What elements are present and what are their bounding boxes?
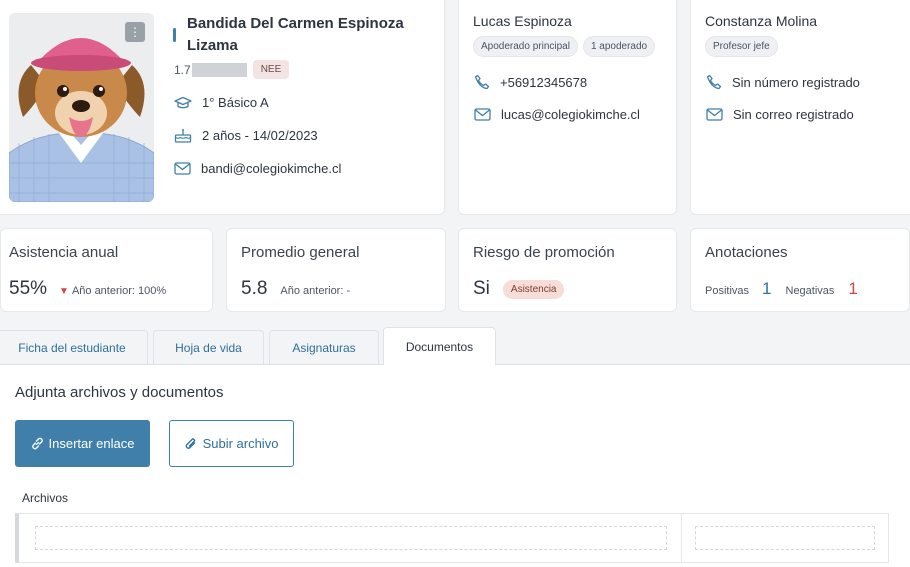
guardian-role-badge: Apoderado principal [473, 36, 578, 57]
student-name: Bandida Del Carmen Espinoza Lizama [187, 15, 404, 54]
mail-icon [474, 108, 491, 121]
file-name-placeholder [35, 526, 667, 550]
documents-panel: Adjunta archivos y documentos Insertar e… [0, 364, 910, 567]
student-grade: 1° Básico A [174, 95, 269, 110]
more-options-icon[interactable]: ⋮ [125, 22, 145, 42]
guardian-count-badge: 1 apoderado [582, 36, 656, 57]
risk-row: Si Asistencia [473, 278, 565, 300]
notes-card: Anotaciones Positivas 1 Negativas 1 [690, 228, 910, 312]
teacher-phone: Sin número registrado [706, 74, 860, 90]
attendance-card: Asistencia anual 55% ▼ Año anterior: 100… [0, 228, 213, 312]
risk-title: Riesgo de promoción [473, 244, 615, 261]
link-icon [31, 437, 43, 450]
attendance-title: Asistencia anual [9, 244, 119, 261]
insert-link-button[interactable]: Insertar enlace [15, 420, 150, 467]
teacher-role-badge: Profesor jefe [705, 36, 778, 57]
average-card: Promedio general 5.8 Año anterior: - [226, 228, 446, 312]
guardian-name: Lucas Espinoza [473, 13, 572, 29]
guardian-badges: Apoderado principal 1 apoderado [473, 36, 660, 57]
documents-heading: Adjunta archivos y documentos [15, 384, 224, 401]
notes-negative-value[interactable]: 1 [848, 279, 857, 299]
nee-badge: NEE [252, 60, 290, 79]
teacher-name: Constanza Molina [705, 13, 818, 29]
student-email: bandi@colegiokimche.cl [174, 161, 341, 176]
student-photo: ⋮ [9, 13, 154, 202]
tab-ficha[interactable]: Ficha del estudiante [0, 330, 148, 364]
teacher-email: Sin correo registrado [706, 107, 854, 122]
attendance-prev: Año anterior: 100% [71, 285, 167, 297]
guardian-email: lucas@colegiokimche.cl [474, 107, 640, 122]
notes-negative-label: Negativas [785, 285, 835, 297]
average-title: Promedio general [241, 244, 360, 261]
tab-documentos[interactable]: Documentos [383, 327, 496, 365]
attendance-value: 55% [9, 278, 48, 299]
upload-file-button[interactable]: Subir archivo [169, 420, 294, 467]
phone-icon [474, 74, 490, 90]
student-age: 2 años - 14/02/2023 [174, 128, 318, 143]
risk-value: Si [473, 278, 490, 299]
average-row: 5.8 Año anterior: - [241, 278, 350, 300]
graduation-cap-icon [174, 96, 192, 108]
notes-row: Positivas 1 Negativas 1 [705, 279, 858, 299]
tab-asignaturas[interactable]: Asignaturas [269, 330, 379, 364]
phone-icon [706, 74, 722, 90]
mail-icon [174, 162, 191, 175]
notes-positive-value[interactable]: 1 [762, 279, 771, 299]
guardian-card: Lucas Espinoza Apoderado principal 1 apod… [458, 0, 677, 215]
average-value: 5.8 [241, 278, 268, 299]
paperclip-icon [185, 437, 195, 449]
files-table [15, 513, 889, 563]
tab-hoja-de-vida[interactable]: Hoja de vida [153, 330, 264, 364]
cake-icon [174, 129, 192, 143]
name-accent-bar [173, 28, 176, 42]
down-arrow-icon: ▼ [59, 286, 69, 297]
guardian-phone: +56912345678 [474, 74, 587, 90]
risk-card: Riesgo de promoción Si Asistencia [458, 228, 677, 312]
mail-icon [706, 108, 723, 121]
file-action-placeholder [695, 526, 875, 550]
notes-title: Anotaciones [705, 244, 788, 261]
files-label: Archivos [22, 491, 69, 505]
files-table-divider [681, 514, 682, 562]
rut-redacted [191, 62, 247, 77]
notes-positive-label: Positivas [705, 285, 750, 297]
risk-badge: Asistencia [502, 279, 565, 299]
teacher-badges: Profesor jefe [705, 36, 783, 57]
student-rut: 1.7 NEE [174, 60, 290, 79]
attendance-row: 55% ▼ Año anterior: 100% [9, 278, 166, 300]
average-prev: Año anterior: - [280, 285, 351, 297]
student-card: ⋮ Bandida Del Carmen Espinoza Lizama 1.7… [0, 0, 445, 215]
teacher-card: Constanza Molina Profesor jefe Sin númer… [690, 0, 910, 215]
